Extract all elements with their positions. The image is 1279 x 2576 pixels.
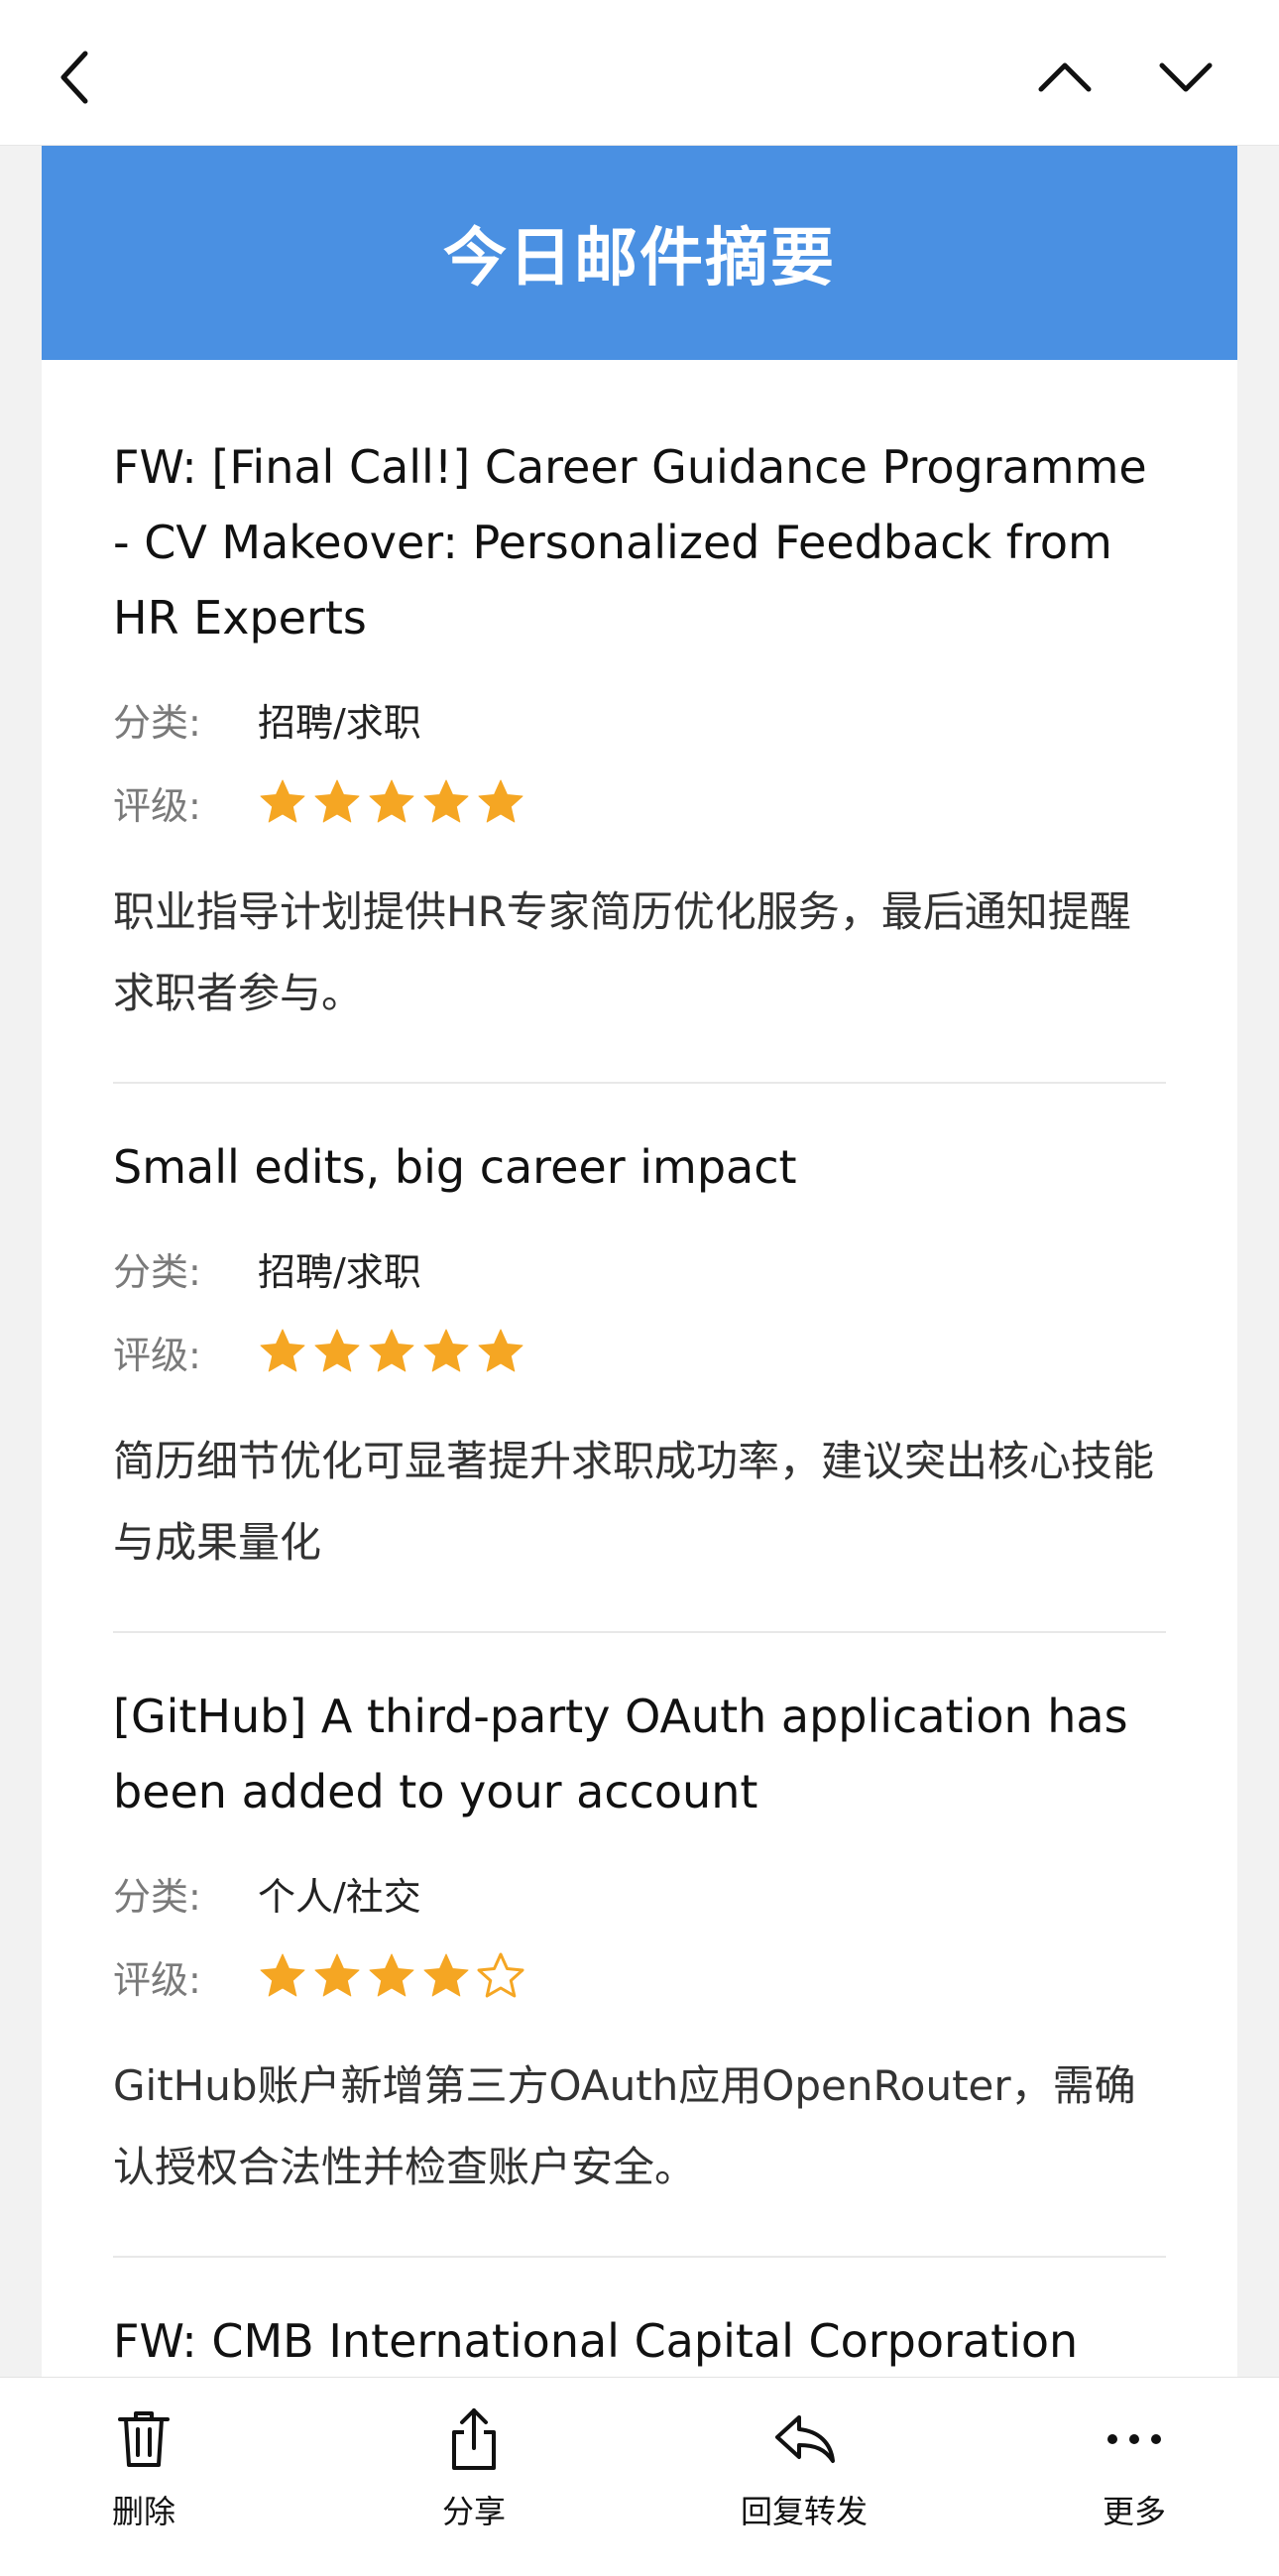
chevron-up-icon <box>1038 62 1092 92</box>
star-empty-icon <box>476 1951 525 2001</box>
more-label: 更多 <box>1102 2493 1166 2530</box>
email-item[interactable]: [GitHub] A third-party OAuth application… <box>113 1633 1166 2258</box>
star-filled-icon <box>476 777 525 827</box>
trash-icon <box>118 2411 170 2467</box>
email-item[interactable]: Small edits, big career impact 分类: 招聘/求职… <box>113 1084 1166 1633</box>
star-rating <box>258 777 530 827</box>
email-subject[interactable]: [GitHub] A third-party OAuth application… <box>113 1679 1166 1829</box>
previous-email-button[interactable] <box>1025 38 1105 117</box>
star-filled-icon <box>312 1951 362 2001</box>
share-label: 分享 <box>441 2493 506 2530</box>
reply-forward-button[interactable]: 回复转发 <box>695 2403 913 2542</box>
back-button[interactable] <box>36 38 115 117</box>
chevron-down-icon <box>1159 62 1213 92</box>
rating-label: 评级: <box>113 1333 201 1377</box>
share-icon <box>452 2408 496 2470</box>
star-filled-icon <box>421 1951 471 2001</box>
rating-label: 评级: <box>113 1957 201 2002</box>
category-label: 分类: <box>113 1874 201 1919</box>
category-row: 分类: 招聘/求职 <box>113 1227 1166 1310</box>
reply-forward-label: 回复转发 <box>740 2493 868 2530</box>
top-navigation-bar <box>0 0 1279 146</box>
star-filled-icon <box>312 1327 362 1376</box>
email-summary: 职业指导计划提供HR专家简历优化服务，最后通知提醒求职者参与。 <box>113 887 1131 1017</box>
rating-row: 评级: <box>113 761 1166 844</box>
email-digest-content[interactable]: 今日邮件摘要 FW: [Final Call!] Career Guidance… <box>0 146 1279 2377</box>
delete-button[interactable]: 删除 <box>35 2403 253 2542</box>
email-item[interactable]: FW: CMB International Capital Corporatio… <box>113 2258 1166 2377</box>
digest-title: 今日邮件摘要 <box>443 222 836 295</box>
star-filled-icon <box>312 777 362 827</box>
rating-row: 评级: <box>113 1934 1166 2018</box>
star-rating <box>258 1327 530 1376</box>
star-filled-icon <box>476 1327 525 1376</box>
category-value: 个人/社交 <box>258 1874 421 1919</box>
star-filled-icon <box>367 777 416 827</box>
email-list: FW: [Final Call!] Career Guidance Progra… <box>42 360 1237 2377</box>
star-filled-icon <box>421 777 471 827</box>
ellipsis-icon <box>1107 2434 1161 2444</box>
email-item[interactable]: FW: [Final Call!] Career Guidance Progra… <box>113 360 1166 1084</box>
reply-icon <box>775 2415 835 2463</box>
email-summary: 简历细节优化可显著提升求职成功率，建议突出核心技能与成果量化 <box>113 1437 1155 1567</box>
email-subject[interactable]: FW: CMB International Capital Corporatio… <box>113 2303 1166 2377</box>
chevron-left-icon <box>60 51 88 104</box>
category-row: 分类: 招聘/求职 <box>113 677 1166 761</box>
star-filled-icon <box>258 1327 307 1376</box>
bottom-toolbar: 删除 分享 回复转发 更多 <box>0 2377 1279 2576</box>
star-filled-icon <box>367 1327 416 1376</box>
more-button[interactable]: 更多 <box>1025 2403 1243 2542</box>
star-filled-icon <box>258 777 307 827</box>
next-email-button[interactable] <box>1146 38 1225 117</box>
category-value: 招聘/求职 <box>258 700 421 745</box>
digest-card: 今日邮件摘要 FW: [Final Call!] Career Guidance… <box>42 146 1237 2377</box>
star-filled-icon <box>258 1951 307 2001</box>
email-subject[interactable]: FW: [Final Call!] Career Guidance Progra… <box>113 429 1166 655</box>
digest-banner: 今日邮件摘要 <box>42 146 1237 360</box>
email-summary: GitHub账户新增第三方OAuth应用OpenRouter，需确认授权合法性并… <box>113 2061 1136 2191</box>
star-filled-icon <box>421 1327 471 1376</box>
share-button[interactable]: 分享 <box>365 2403 583 2542</box>
category-value: 招聘/求职 <box>258 1249 421 1294</box>
category-row: 分类: 个人/社交 <box>113 1851 1166 1934</box>
star-filled-icon <box>367 1951 416 2001</box>
rating-label: 评级: <box>113 783 201 828</box>
category-label: 分类: <box>113 700 201 745</box>
delete-label: 删除 <box>111 2493 175 2530</box>
rating-row: 评级: <box>113 1310 1166 1393</box>
email-subject[interactable]: Small edits, big career impact <box>113 1129 1166 1205</box>
star-rating <box>258 1951 530 2001</box>
category-label: 分类: <box>113 1249 201 1294</box>
